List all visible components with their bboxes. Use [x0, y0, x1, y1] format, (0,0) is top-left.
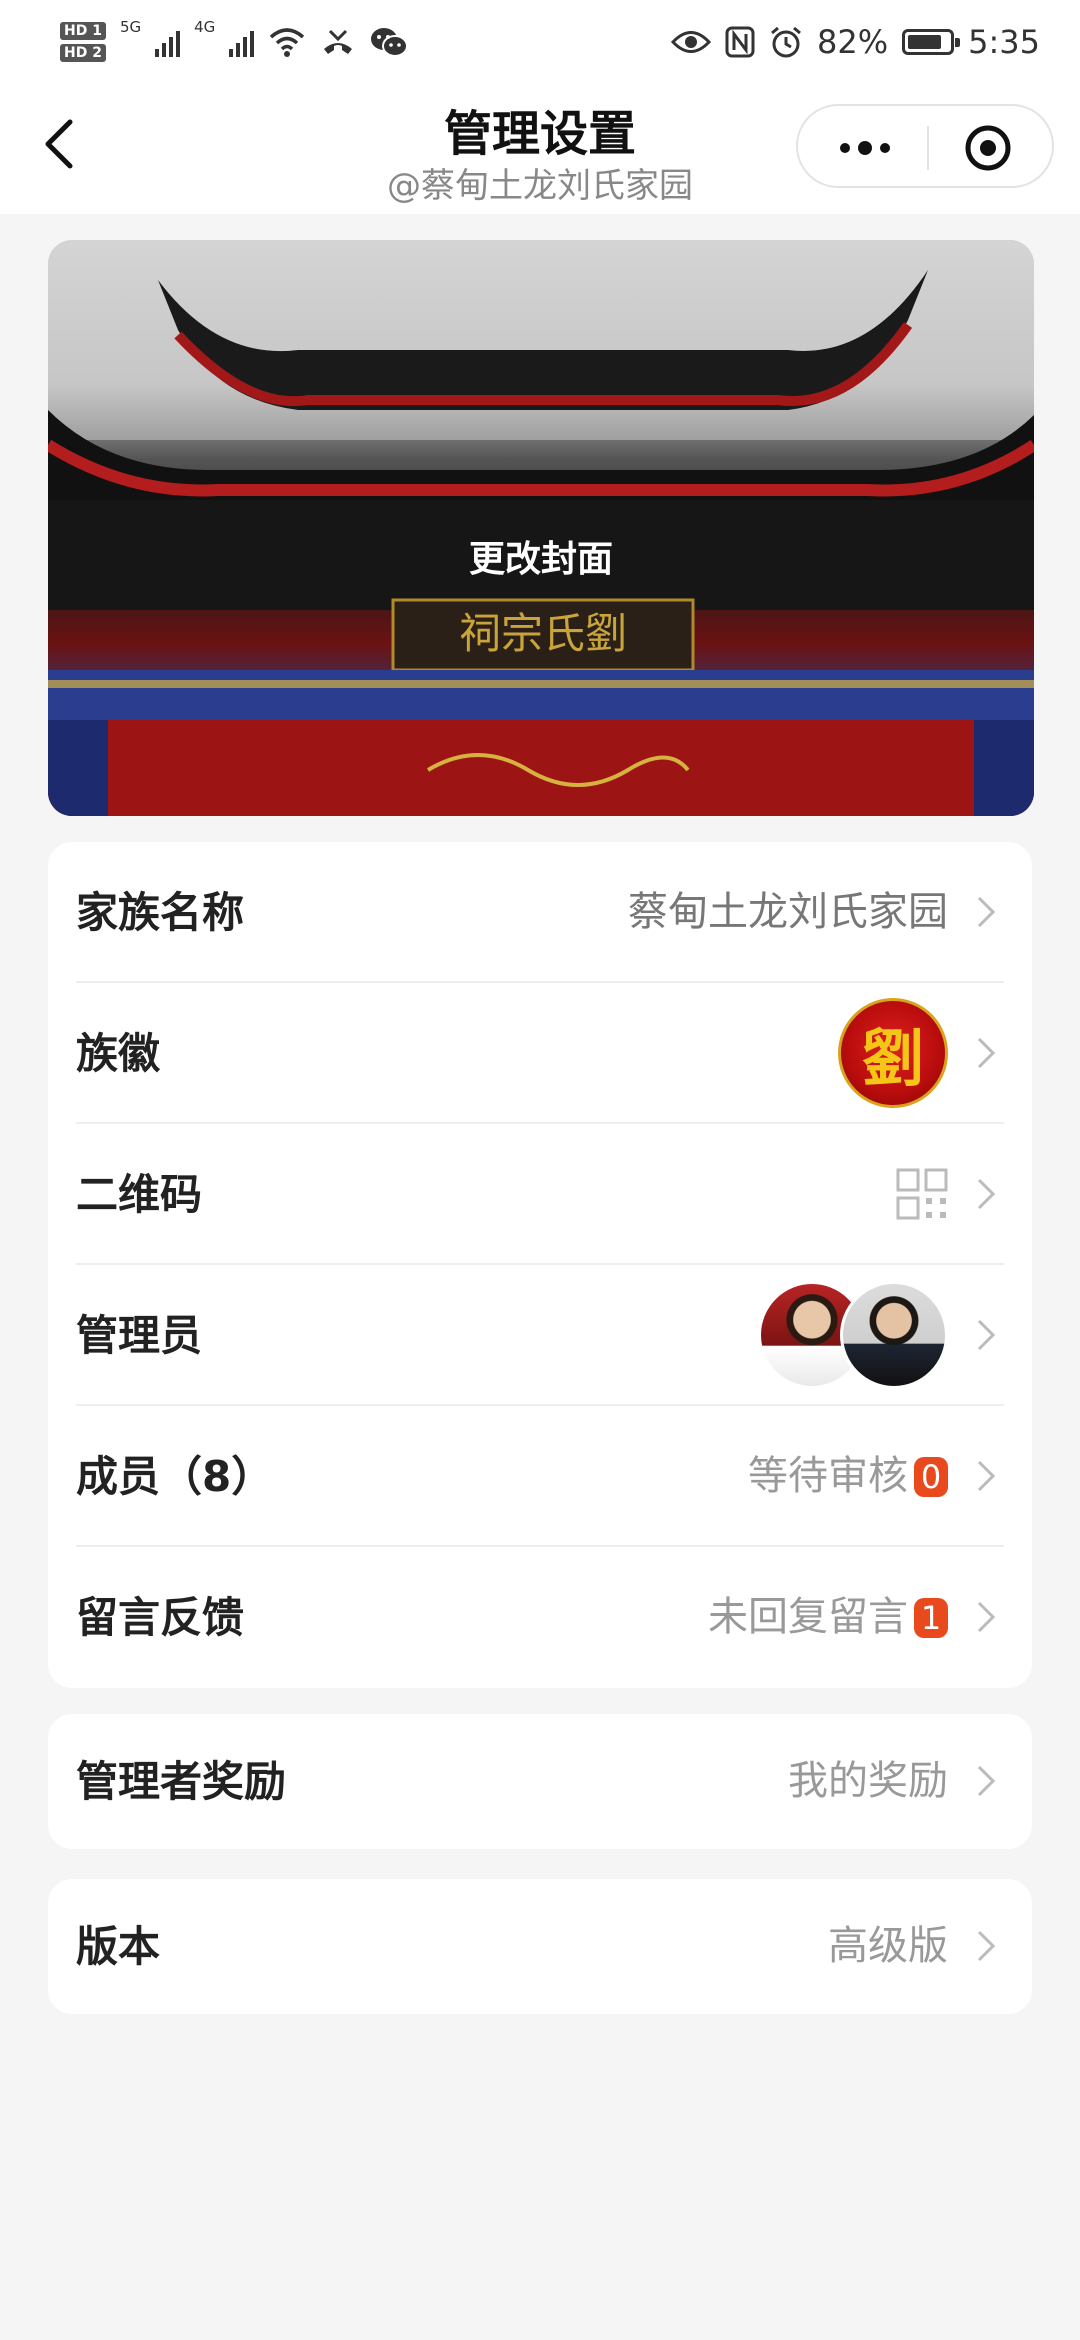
- pending-review-text: 等待审核: [748, 1453, 908, 1499]
- row-family-name[interactable]: 家族名称 蔡甸土龙刘氏家园: [48, 842, 1032, 983]
- nav-bar: 管理设置 @蔡甸土龙刘氏家园: [0, 84, 1080, 214]
- rewards-card: 管理者奖励 我的奖励: [48, 1714, 1032, 1849]
- battery-icon: [902, 29, 961, 55]
- signal-icon: [229, 27, 255, 57]
- version-value: 高级版: [828, 1923, 948, 1969]
- status-left: HD 1 HD 2 5G 4G: [60, 14, 409, 70]
- rewards-label: 管理者奖励: [76, 1757, 287, 1806]
- unreplied-count-badge: 1: [914, 1597, 948, 1638]
- chevron-right-icon: [977, 1930, 996, 1962]
- wechat-icon: [371, 28, 409, 57]
- hd2-indicator: HD 2: [60, 44, 106, 62]
- family-name-label: 家族名称: [76, 888, 245, 937]
- battery-fill: [908, 35, 942, 49]
- chevron-right-icon: [977, 1460, 996, 1492]
- battery-percent: 82%: [817, 23, 889, 61]
- family-emblem-image: 劉: [838, 998, 948, 1108]
- feedback-status: 未回复留言 1: [708, 1547, 948, 1688]
- my-rewards-value: 我的奖励: [788, 1758, 948, 1804]
- emblem-label: 族徽: [76, 1029, 161, 1078]
- status-bar: HD 1 HD 2 5G 4G 82% 5:35: [0, 0, 1080, 84]
- members-label: 成员（8）: [76, 1452, 274, 1501]
- network-5g-label: 5G: [119, 18, 142, 36]
- eye-icon: [671, 31, 712, 53]
- close-miniprogram-icon[interactable]: [964, 124, 1012, 172]
- qrcode-icon: [896, 1168, 948, 1220]
- clock: 5:35: [968, 23, 1040, 61]
- more-options-icon[interactable]: [828, 126, 902, 170]
- row-version[interactable]: 版本 高级版: [48, 1879, 1032, 2014]
- emblem-char: 劉: [861, 1022, 924, 1095]
- chevron-right-icon: [977, 1601, 996, 1633]
- members-status: 等待审核 0: [748, 1406, 948, 1547]
- signal-icon: [155, 27, 181, 57]
- row-emblem[interactable]: 族徽 劉: [48, 983, 1032, 1124]
- pending-count-badge: 0: [914, 1456, 948, 1497]
- hd1-indicator: HD 1: [60, 22, 106, 40]
- wifi-icon: [270, 28, 305, 57]
- chevron-right-icon: [977, 1765, 996, 1797]
- alarm-icon: [771, 26, 801, 58]
- cover-image[interactable]: 祠宗氏劉 更改封面: [48, 240, 1034, 816]
- admin-avatars: [758, 1281, 948, 1389]
- chevron-right-icon: [977, 896, 996, 928]
- status-right: 82% 5:35: [671, 14, 1040, 70]
- chevron-right-icon: [977, 1319, 996, 1351]
- hall-sign-text: 祠宗氏劉: [459, 609, 627, 658]
- family-name-value: 蔡甸土龙刘氏家园: [628, 889, 948, 935]
- admins-label: 管理员: [76, 1311, 203, 1360]
- network-4g-label: 4G: [194, 18, 216, 36]
- chevron-right-icon: [977, 1037, 996, 1069]
- version-card: 版本 高级版: [48, 1879, 1032, 2014]
- capsule-divider: [927, 126, 929, 170]
- version-label: 版本: [76, 1922, 161, 1971]
- row-rewards[interactable]: 管理者奖励 我的奖励: [48, 1714, 1032, 1849]
- avatar: [840, 1281, 948, 1389]
- ancestral-hall-illustration: 祠宗氏劉: [48, 240, 1034, 816]
- nfc-icon: [725, 26, 755, 58]
- miniprogram-capsule: [796, 104, 1054, 188]
- feedback-label: 留言反馈: [76, 1593, 245, 1642]
- missed-call-icon: [324, 29, 353, 54]
- qrcode-label: 二维码: [76, 1170, 203, 1219]
- row-qrcode[interactable]: 二维码: [48, 1124, 1032, 1265]
- hd-indicators: HD 1 HD 2: [60, 22, 106, 62]
- row-feedback[interactable]: 留言反馈 未回复留言 1: [48, 1547, 1032, 1688]
- row-admins[interactable]: 管理员: [48, 1265, 1032, 1406]
- change-cover-label[interactable]: 更改封面: [48, 530, 1034, 582]
- unreplied-text: 未回复留言: [708, 1594, 908, 1640]
- settings-card: 家族名称 蔡甸土龙刘氏家园 族徽 劉 二维码 管理员 成员（8） 等待审核 0 …: [48, 842, 1032, 1688]
- row-members[interactable]: 成员（8） 等待审核 0: [48, 1406, 1032, 1547]
- chevron-right-icon: [977, 1178, 996, 1210]
